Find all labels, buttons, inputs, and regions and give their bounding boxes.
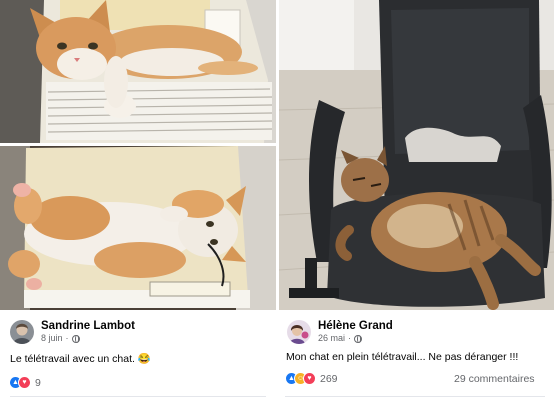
post-divider [10,396,266,397]
kitten-on-back-image [0,146,276,310]
post-date[interactable]: 8 juin [41,333,63,344]
reactions-summary[interactable]: ▲ ♥ 9 [9,376,41,389]
author-meta: Sandrine Lambot 8 juin · [41,320,135,344]
post-photo-kitten-on-papers[interactable] [0,0,276,143]
reaction-count: 9 [35,376,41,389]
post-text: Mon chat en plein télétravail... Ne pas … [286,351,519,363]
kitten-on-papers-image [0,0,276,143]
separator-dot: · [65,333,69,343]
reactions-summary[interactable]: ▲ ☺ ♥ 269 [285,372,338,385]
comments-count-link[interactable]: 29 commentaires [454,373,535,385]
cat-on-chair-image [279,0,554,310]
globe-icon [71,334,80,343]
post-helene: Hélène Grand 26 mai · Mon chat en plein … [279,0,554,407]
post-header: Sandrine Lambot 8 juin · [10,320,135,344]
post-photo-kitten-on-back[interactable] [0,146,276,310]
post-header: Hélène Grand 26 mai · [287,320,393,344]
post-sandrine: Sandrine Lambot 8 juin · Le télétravail … [0,0,276,407]
avatar-image [10,320,34,344]
post-divider [285,396,545,397]
globe-icon [354,334,363,343]
avatar[interactable] [287,320,311,344]
reaction-icons: ▲ ☺ ♥ [285,372,316,385]
avatar[interactable] [10,320,34,344]
author-name[interactable]: Sandrine Lambot [41,320,135,333]
separator-dot: · [348,333,352,343]
reaction-icons: ▲ ♥ [9,376,31,389]
post-date[interactable]: 26 mai [318,333,345,344]
love-reaction-icon: ♥ [303,372,316,385]
post-meta: 26 mai · [318,333,393,344]
post-photo-cat-on-office-chair[interactable] [279,0,554,310]
reaction-count: 269 [320,372,338,385]
post-meta: 8 juin · [41,333,135,344]
author-meta: Hélène Grand 26 mai · [318,320,393,344]
avatar-image [287,320,311,344]
author-name[interactable]: Hélène Grand [318,320,393,333]
love-reaction-icon: ♥ [18,376,31,389]
post-text: Le télétravail avec un chat. 😂 [10,353,151,365]
